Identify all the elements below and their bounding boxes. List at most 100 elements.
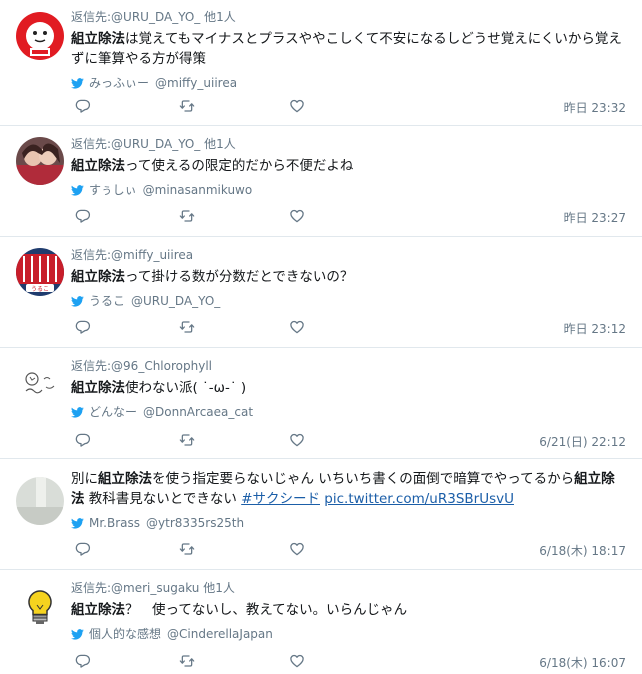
reply-to-line: 返信先:@URU_DA_YO_ 他1人 bbox=[71, 9, 626, 25]
retweet-icon[interactable] bbox=[179, 541, 195, 557]
reply-handle-link[interactable]: @96_Chlorophyll bbox=[111, 359, 212, 373]
tweet-timestamp[interactable]: 昨日 23:12 bbox=[564, 320, 626, 337]
highlight-term: 組立除法 bbox=[71, 158, 125, 174]
author-handle[interactable]: @DonnArcaea_cat bbox=[143, 404, 253, 420]
avatar[interactable] bbox=[16, 583, 64, 631]
tweet-actions: 昨日 23:32 bbox=[71, 98, 626, 116]
highlight-term: 組立除法 bbox=[71, 602, 125, 618]
author-line[interactable]: どんなー @DonnArcaea_cat bbox=[71, 404, 626, 420]
avatar[interactable]: うるこ bbox=[16, 248, 64, 296]
reply-others-link[interactable]: 他1人 bbox=[204, 10, 236, 24]
reply-icon[interactable] bbox=[75, 319, 91, 335]
tweet-text: 組立除法は覚えてもマイナスとプラスややこしくて不安になるしどうせ覚えにくいから覚… bbox=[71, 29, 626, 69]
twitter-bird-icon bbox=[71, 407, 84, 418]
tweet-text-body: って掛ける数が分数だとできないの？ bbox=[125, 269, 354, 285]
retweet-icon[interactable] bbox=[179, 208, 195, 224]
highlight-term: 組立除法 bbox=[71, 380, 125, 396]
tweet-timestamp[interactable]: 6/18(木) 16:07 bbox=[539, 654, 626, 671]
reply-icon[interactable] bbox=[75, 432, 91, 448]
tweet-text: 組立除法って掛ける数が分数だとできないの？ bbox=[71, 267, 626, 287]
twitter-bird-icon bbox=[71, 296, 84, 307]
avatar[interactable] bbox=[16, 361, 64, 409]
like-icon[interactable] bbox=[289, 208, 305, 224]
tweet-item[interactable]: 返信先:@URU_DA_YO_ 他1人 組立除法は覚えてもマイナスとプラスややこ… bbox=[0, 0, 642, 124]
reply-handle-link[interactable]: @meri_sugaku bbox=[111, 581, 199, 595]
reply-icon[interactable] bbox=[75, 208, 91, 224]
retweet-icon[interactable] bbox=[179, 319, 195, 335]
tweet-item[interactable]: うるこ 返信先:@miffy_uiirea 組立除法って掛ける数が分数だとできな… bbox=[0, 237, 642, 347]
tweet-actions: 6/18(木) 18:17 bbox=[71, 541, 626, 559]
reply-to-line: 返信先:@meri_sugaku 他1人 bbox=[71, 580, 626, 596]
tweet-timestamp[interactable]: 昨日 23:27 bbox=[564, 209, 626, 226]
like-icon[interactable] bbox=[289, 98, 305, 114]
reply-prefix: 返信先: bbox=[71, 137, 112, 151]
author-line[interactable]: Mr.Brass @ytr8335rs25th bbox=[71, 515, 626, 531]
reply-icon[interactable] bbox=[75, 653, 91, 669]
author-name[interactable]: すぅしぃ bbox=[89, 182, 137, 198]
reply-icon[interactable] bbox=[75, 541, 91, 557]
tweet-timestamp[interactable]: 6/21(日) 22:12 bbox=[539, 433, 626, 450]
like-icon[interactable] bbox=[289, 541, 305, 557]
svg-text:うるこ: うるこ bbox=[31, 286, 49, 293]
tweet-item[interactable]: 返信先:@96_Chlorophyll 組立除法使わない派( ˙-ω-˙ ) ど… bbox=[0, 348, 642, 458]
avatar[interactable] bbox=[16, 137, 64, 185]
author-line[interactable]: 個人的な感想 @CinderellaJapan bbox=[71, 626, 626, 642]
tweet-text-suffix: 教科書見ないとできない bbox=[84, 491, 242, 507]
tweet-actions: 昨日 23:12 bbox=[71, 319, 626, 337]
like-icon[interactable] bbox=[289, 653, 305, 669]
reply-to-line: 返信先:@miffy_uiirea bbox=[71, 247, 626, 263]
twitter-bird-icon bbox=[71, 78, 84, 89]
reply-to-line: 返信先:@96_Chlorophyll bbox=[71, 358, 626, 374]
author-handle[interactable]: @CinderellaJapan bbox=[167, 626, 273, 642]
author-name[interactable]: みっふぃー bbox=[89, 75, 149, 91]
author-line[interactable]: すぅしぃ @minasanmikuwo bbox=[71, 182, 626, 198]
tweet-text-body: って使えるの限定的だから不便だよね bbox=[125, 158, 354, 174]
author-line[interactable]: みっふぃー @miffy_uiirea bbox=[71, 75, 626, 91]
highlight-term: 組立除法 bbox=[71, 269, 125, 285]
reply-prefix: 返信先: bbox=[71, 10, 112, 24]
tweet-timestamp[interactable]: 昨日 23:32 bbox=[564, 99, 626, 116]
author-name[interactable]: うるこ bbox=[89, 293, 125, 309]
like-icon[interactable] bbox=[289, 432, 305, 448]
twitter-bird-icon bbox=[71, 629, 84, 640]
retweet-icon[interactable] bbox=[179, 98, 195, 114]
tweet-item[interactable]: 別に組立除法を使う指定要らないじゃん いちいち書くの面倒で暗算でやってるから組立… bbox=[0, 459, 642, 569]
twitter-bird-icon bbox=[71, 518, 84, 529]
author-line[interactable]: うるこ @URU_DA_YO_ bbox=[71, 293, 626, 309]
retweet-icon[interactable] bbox=[179, 653, 195, 669]
highlight-term: 組立除法 bbox=[98, 471, 152, 487]
reply-feed: 返信先:@URU_DA_YO_ 他1人 組立除法は覚えてもマイナスとプラスややこ… bbox=[0, 0, 642, 674]
tweet-text-body: 使わない派( ˙-ω-˙ ) bbox=[125, 380, 247, 396]
reply-others-link[interactable]: 他1人 bbox=[204, 137, 236, 151]
author-handle[interactable]: @URU_DA_YO_ bbox=[131, 293, 220, 309]
author-handle[interactable]: @ytr8335rs25th bbox=[146, 515, 244, 531]
author-name[interactable]: どんなー bbox=[89, 404, 137, 420]
author-name[interactable]: 個人的な感想 bbox=[89, 626, 161, 642]
highlight-term: 組立除法 bbox=[71, 31, 125, 47]
author-handle[interactable]: @minasanmikuwo bbox=[143, 182, 253, 198]
author-handle[interactable]: @miffy_uiirea bbox=[155, 75, 237, 91]
like-icon[interactable] bbox=[289, 319, 305, 335]
tweet-text-body: は覚えてもマイナスとプラスややこしくて不安になるしどうせ覚えにくいから覚えずに筆… bbox=[71, 31, 622, 67]
reply-icon[interactable] bbox=[75, 98, 91, 114]
tweet-item[interactable]: 返信先:@URU_DA_YO_ 他1人 組立除法って使えるの限定的だから不便だよ… bbox=[0, 126, 642, 236]
twitter-bird-icon bbox=[71, 185, 84, 196]
hashtag-link[interactable]: #サクシード bbox=[241, 491, 320, 507]
tweet-item[interactable]: 返信先:@meri_sugaku 他1人 組立除法？ 使ってないし、教えてない。… bbox=[0, 570, 642, 674]
reply-handle-link[interactable]: @miffy_uiirea bbox=[111, 248, 193, 262]
tweet-text: 組立除法使わない派( ˙-ω-˙ ) bbox=[71, 378, 626, 398]
media-link[interactable]: pic.twitter.com/uR3SBrUsvU bbox=[324, 491, 514, 507]
tweet-timestamp[interactable]: 6/18(木) 18:17 bbox=[539, 542, 626, 559]
reply-handle-link[interactable]: @URU_DA_YO_ bbox=[111, 137, 200, 151]
reply-others-link[interactable]: 他1人 bbox=[203, 581, 235, 595]
avatar[interactable] bbox=[16, 477, 64, 525]
retweet-icon[interactable] bbox=[179, 432, 195, 448]
reply-handle-link[interactable]: @URU_DA_YO_ bbox=[111, 10, 200, 24]
author-name[interactable]: Mr.Brass bbox=[89, 515, 140, 531]
tweet-actions: 昨日 23:27 bbox=[71, 208, 626, 226]
tweet-text: 別に組立除法を使う指定要らないじゃん いちいち書くの面倒で暗算でやってるから組立… bbox=[71, 469, 626, 509]
reply-prefix: 返信先: bbox=[71, 359, 112, 373]
tweet-text: 組立除法？ 使ってないし、教えてない。いらんじゃん bbox=[71, 600, 626, 620]
avatar[interactable] bbox=[16, 12, 64, 60]
tweet-actions: 6/18(木) 16:07 bbox=[71, 653, 626, 671]
